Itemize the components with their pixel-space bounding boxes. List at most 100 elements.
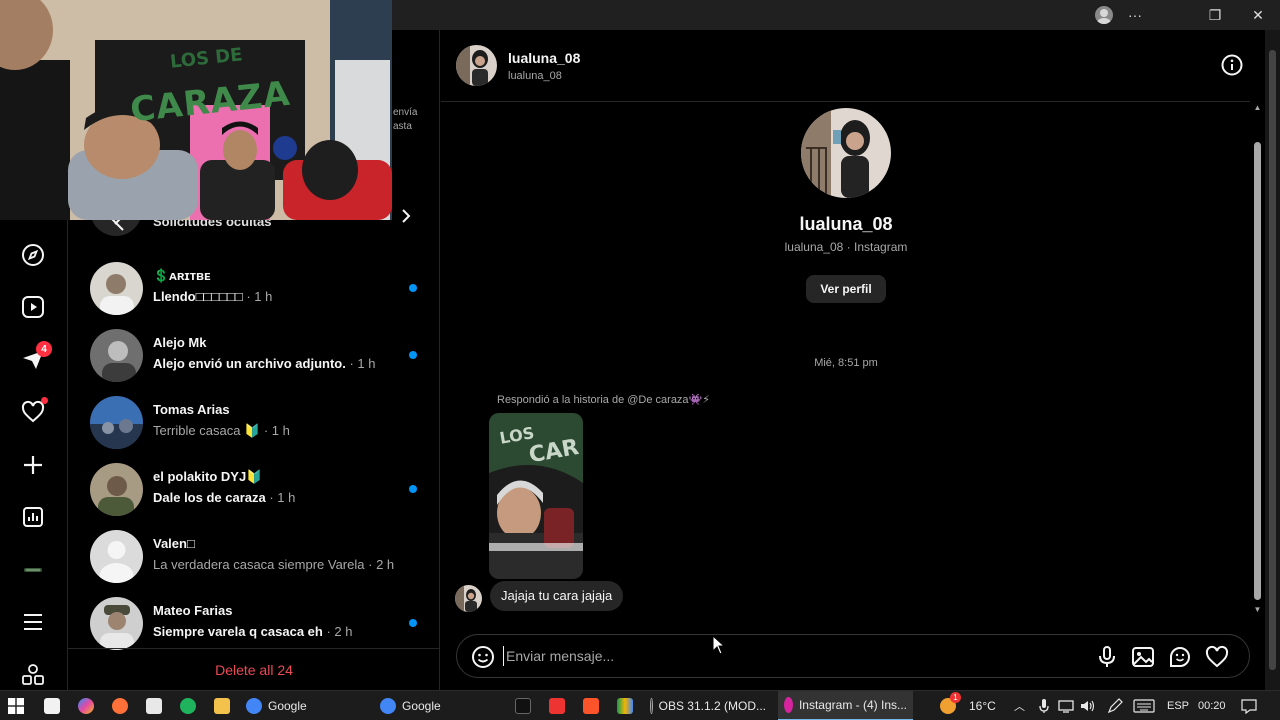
view-profile-button[interactable]: Ver perfil [806,275,886,303]
preview-time: · 2 h [326,624,353,639]
chrome-icon [246,698,262,714]
scroll-up-icon[interactable]: ▲ [1253,104,1262,112]
conversation-preview: Terrible casaca 🔰 · 1 h [153,423,290,439]
conversation-item[interactable]: Mateo Farias Siempre varela q casaca eh … [90,593,430,653]
volume-icon[interactable] [1080,691,1096,720]
taskbar-app-label: OBS 31.1.2 (MOD... [658,699,766,713]
message-input[interactable] [503,646,1043,666]
firefox-icon[interactable] [112,691,128,720]
unread-dot [409,619,417,627]
conversation-preview: Llendo□□□□□□ · 1 h [153,289,272,304]
keyboard-icon[interactable] [1133,691,1155,720]
file-explorer-icon[interactable] [214,691,230,720]
sticker-icon[interactable] [1168,645,1192,669]
preview-time: · 1 h [246,289,273,304]
notifications-icon[interactable] [1241,691,1257,720]
preview-time: · 1 h [269,490,296,505]
message-bubble[interactable]: Jajaja tu cara jajaja [490,581,624,611]
taskbar-app-chrome[interactable]: Google [374,691,502,720]
conversation-item[interactable]: Valen□ La verdadera casaca siempre Varel… [90,526,430,586]
profile-avatar-icon[interactable] [1095,6,1113,24]
chat-panel: lualuna_08 lualuna_08 lualuna_08 lualuna… [441,30,1265,690]
heart-icon[interactable] [20,397,48,425]
story-thumbnail[interactable]: LOS CAR [489,413,583,579]
edge-icon[interactable] [180,691,196,720]
chat-header-name[interactable]: lualuna_08 [508,50,580,66]
language-indicator[interactable]: ESP [1167,691,1189,720]
microphone-tray-icon[interactable] [1038,691,1050,720]
avatar [90,329,143,382]
window-scroll-thumb[interactable] [1269,50,1276,670]
preview-text: Alejo envió un archivo adjunto. [153,356,346,371]
story-reply-label: Respondió a la historia de @De caraza👾⚡ [497,394,710,406]
taskbar-app-chrome[interactable]: Google [240,691,368,720]
taskbar-app-instagram[interactable]: Instagram - (4) Ins... [778,691,913,720]
heart-icon[interactable] [1205,645,1229,669]
conversation-item[interactable]: Tomas Arias Terrible casaca 🔰 · 1 h [90,392,430,452]
emoji-icon[interactable] [471,645,495,669]
pen-icon[interactable] [1107,691,1123,720]
occluded-text: envía asta [393,106,417,134]
sender-avatar[interactable] [455,585,482,612]
apps-icon[interactable] [20,662,46,688]
store-icon[interactable] [44,691,60,720]
menu-icon[interactable] [20,609,46,635]
windows-taskbar: Google Google OBS 31.1.2 (MOD... Instagr… [0,690,1280,720]
conversation-name: Alejo Mk [153,335,207,350]
conversation-name: 💲ᴀʀɪᴛʙᴇ [153,268,211,283]
conversation-name: Valen□ [153,536,195,551]
preview-time: · 1 h [349,356,376,371]
avatar [90,597,143,650]
preview-time: · 2 h [368,557,395,572]
profile-name: lualuna_08 [799,214,893,234]
insights-icon[interactable] [20,504,46,530]
conversation-item[interactable]: Alejo Mk Alejo envió un archivo adjunto.… [90,325,430,385]
preview-text: Siempre varela q casaca eh [153,624,323,639]
mail-icon[interactable] [146,691,162,720]
messages-icon[interactable]: 4 [20,341,52,373]
close-window-button[interactable]: ✕ [1238,0,1278,30]
more-options-button[interactable]: ··· [1115,0,1155,30]
start-button[interactable] [8,691,24,720]
tiktok-icon[interactable] [515,691,531,720]
profile-avatar-icon[interactable] [20,557,46,583]
info-icon[interactable] [1221,54,1243,76]
brave-icon[interactable] [583,691,599,720]
drive-icon[interactable] [617,691,633,720]
occluded-text-line: envía [393,107,418,118]
nav-rail: 4 [0,220,68,690]
conversation-item[interactable]: 💲ᴀʀɪᴛʙᴇ Llendo□□□□□□ · 1 h [90,258,430,318]
network-icon[interactable] [1058,691,1074,720]
chat-header-avatar[interactable] [456,45,497,86]
temperature-text: 16°C [969,699,996,713]
taskbar-app-label: Google [402,699,441,713]
tray-chevron-icon[interactable]: ︿ [1014,691,1025,720]
create-icon[interactable] [20,452,46,478]
conversation-item[interactable]: el polakito DYJ🔰 Dale los de caraza · 1 … [90,459,430,519]
taskbar-app-obs[interactable]: OBS 31.1.2 (MOD... [644,691,772,720]
explore-icon[interactable] [20,242,46,268]
window-scrollbar[interactable] [1265,30,1280,690]
unread-dot [409,485,417,493]
instagram-icon [784,697,793,713]
weather-icon: 1 [940,692,961,714]
delete-all-button[interactable]: Delete all 24 [68,648,440,690]
conversation-preview: La verdadera casaca siempre Varela · 2 h [153,557,394,572]
chrome-icon [380,698,396,714]
chat-scrollbar[interactable]: ▲ ▼ [1250,100,1265,620]
occluded-text-line: asta [393,121,412,132]
copilot-icon[interactable] [78,691,94,720]
profile-avatar[interactable] [801,108,891,198]
scroll-down-icon[interactable]: ▼ [1253,606,1262,614]
scroll-thumb[interactable] [1254,142,1261,600]
youtube-icon[interactable] [549,691,565,720]
microphone-icon[interactable] [1095,645,1119,669]
weather-widget[interactable]: 1 16°C [940,691,996,720]
windows-logo-icon [8,698,24,714]
restore-button[interactable]: ❐ [1195,0,1235,30]
image-icon[interactable] [1131,645,1155,669]
chat-profile-summary: lualuna_08 lualuna_08 · Instagram Ver pe… [441,108,1251,303]
unread-dot [409,351,417,359]
reels-icon[interactable] [20,294,46,320]
clock[interactable]: 00:20 [1198,691,1226,720]
